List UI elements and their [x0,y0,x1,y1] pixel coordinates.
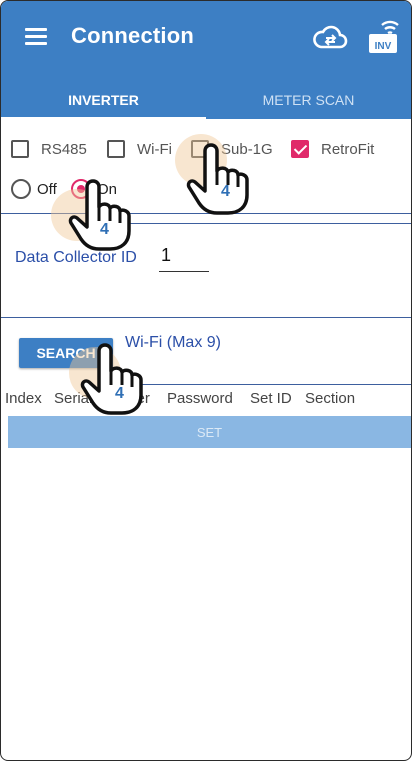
step-marker: 4 [100,221,109,238]
hamburger-menu-icon[interactable] [25,28,47,48]
inverter-wifi-icon[interactable]: INV [366,15,402,55]
phone-screen: Connection INV INVERTER METER SCAN RS485… [0,0,412,761]
checkbox-rs485[interactable]: RS485 [11,140,87,158]
tab-indicator [1,117,206,120]
inverter-icon-text: INV [375,41,392,52]
pointing-hand-icon [80,343,143,415]
radio-circle[interactable] [11,179,31,199]
checkbox-wifi[interactable]: Wi-Fi [107,140,172,158]
radio-off[interactable]: Off [11,179,57,199]
checkbox-label: RS485 [41,140,87,158]
checkbox-box[interactable] [107,140,125,158]
pointing-hand-icon [68,179,131,251]
step-marker: 4 [115,385,124,402]
column-header-section: Section [305,390,356,407]
checkbox-label: Wi-Fi [137,140,172,158]
divider [105,384,411,385]
column-header-set-id: Set ID [250,390,292,407]
radio-label: Off [37,180,57,198]
column-header-index: Index [5,390,42,407]
data-collector-id-field[interactable]: 1 [159,245,209,272]
set-button[interactable]: SET [8,416,411,448]
app-bar: Connection INV INVERTER METER SCAN [1,1,411,120]
tab-bar: INVERTER METER SCAN [1,81,411,119]
cloud-sync-icon[interactable] [312,23,348,51]
column-header-password: Password [167,390,233,407]
tab-inverter[interactable]: INVERTER [1,81,206,119]
page-title: Connection [71,23,194,48]
checkbox-box-checked[interactable] [291,140,309,158]
step-marker: 4 [221,183,230,200]
pointing-hand-icon [186,143,249,215]
tab-meter-scan[interactable]: METER SCAN [206,81,411,119]
checkbox-retrofit[interactable]: RetroFit [291,140,374,158]
checkbox-label: RetroFit [321,140,375,158]
checkbox-box[interactable] [11,140,29,158]
divider [1,317,411,318]
